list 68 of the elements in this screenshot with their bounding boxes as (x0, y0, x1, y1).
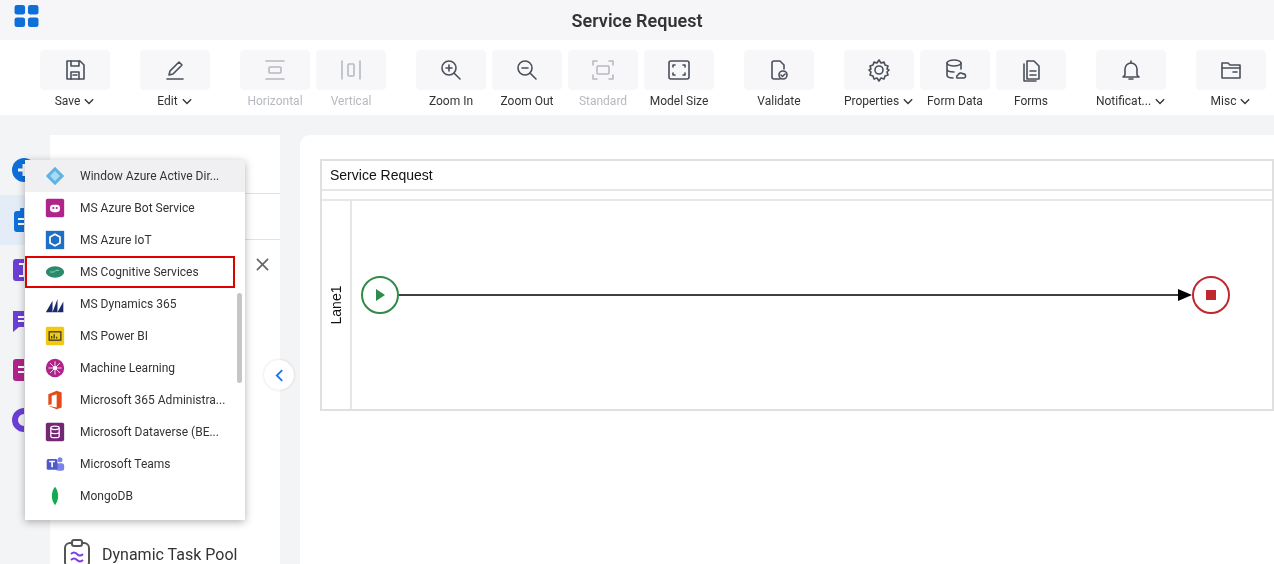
ring-icon (12, 408, 24, 432)
people-tile-icon (45, 454, 65, 474)
close-icon[interactable] (256, 258, 269, 271)
pool-title: Service Request (322, 161, 1272, 191)
office-icon (45, 390, 65, 410)
toolbar-label[interactable]: Notificat... (1095, 94, 1167, 108)
toolbar-label[interactable]: Save (54, 94, 96, 108)
toolbar-button[interactable] (492, 50, 562, 90)
align-horizontal-icon (263, 58, 287, 82)
menu-item[interactable]: MS Power BI (25, 320, 245, 352)
toolbar-label[interactable]: Zoom In (428, 94, 474, 108)
start-event[interactable] (361, 276, 399, 314)
zoom-in-icon (439, 58, 463, 82)
pencil-icon (163, 58, 187, 82)
library-item[interactable]: Dynamic Task Pool (102, 544, 238, 564)
diamond-icon (45, 166, 65, 186)
toolbar-label[interactable]: Misc (1210, 94, 1252, 108)
menu-item[interactable]: Microsoft Teams (25, 448, 245, 480)
caret-icon (1239, 96, 1252, 106)
window-title: Service Request (571, 9, 703, 31)
toolbar-button[interactable] (744, 50, 814, 90)
caret-icon (1154, 96, 1167, 106)
menu-item[interactable]: MS Cognitive Services (25, 256, 235, 288)
toolbar-button[interactable] (40, 50, 110, 90)
lane-label: Lane1 (328, 285, 344, 325)
toolbar-button[interactable] (644, 50, 714, 90)
caret-icon (83, 96, 96, 106)
toolbar-button[interactable] (1096, 50, 1166, 90)
database-cloud-icon (943, 58, 967, 82)
toolbar-button[interactable] (140, 50, 210, 90)
frame-icon (591, 58, 615, 82)
caret-icon (180, 96, 193, 106)
caret-icon (902, 96, 915, 106)
menu-item[interactable]: Window Azure Active Dir... (25, 160, 245, 192)
toolbar-label[interactable]: Zoom Out (500, 94, 554, 108)
gear-icon (867, 58, 891, 82)
bell-icon (1119, 58, 1143, 82)
menu-item[interactable]: MongoDB (25, 480, 245, 512)
menu-item[interactable]: Microsoft Dataverse (BE... (25, 416, 245, 448)
chevron-left-icon (274, 368, 284, 382)
toolbar-button[interactable] (416, 50, 486, 90)
menu-item[interactable]: MS Azure Bot Service (25, 192, 245, 224)
toolbar-label[interactable]: Validate (757, 94, 801, 108)
menu-item[interactable]: Machine Learning (25, 352, 245, 384)
toolbar-label[interactable]: Properties (843, 94, 915, 108)
toolbar-label[interactable]: Model Size (649, 94, 709, 108)
database-icon (45, 422, 65, 442)
menu-item[interactable]: MS Azure IoT (25, 224, 245, 256)
zoom-out-icon (515, 58, 539, 82)
align-vertical-icon (339, 58, 363, 82)
toolbar-label[interactable]: Edit (157, 94, 193, 108)
sequence-flow-arrow[interactable] (398, 289, 1192, 301)
end-event[interactable] (1192, 276, 1230, 314)
chart-tile-icon (45, 326, 65, 346)
apps-grid-icon[interactable] (14, 5, 40, 28)
menu-item[interactable]: Microsoft 365 Administra... (25, 384, 245, 416)
menu-item[interactable]: MS Dynamics 365 (25, 288, 245, 320)
toolbar-label[interactable]: Forms (1013, 94, 1049, 108)
toolbar-label[interactable]: Form Data (927, 94, 983, 108)
network-icon (45, 358, 65, 378)
fullscreen-icon (667, 58, 691, 82)
collapse-button[interactable] (264, 360, 294, 390)
toolbar-button[interactable] (844, 50, 914, 90)
toolbar-button[interactable] (1196, 50, 1266, 90)
scrollbar[interactable] (237, 293, 242, 383)
robot-icon (45, 198, 65, 218)
toolbar-button[interactable] (996, 50, 1066, 90)
toolbar-button[interactable] (920, 50, 990, 90)
